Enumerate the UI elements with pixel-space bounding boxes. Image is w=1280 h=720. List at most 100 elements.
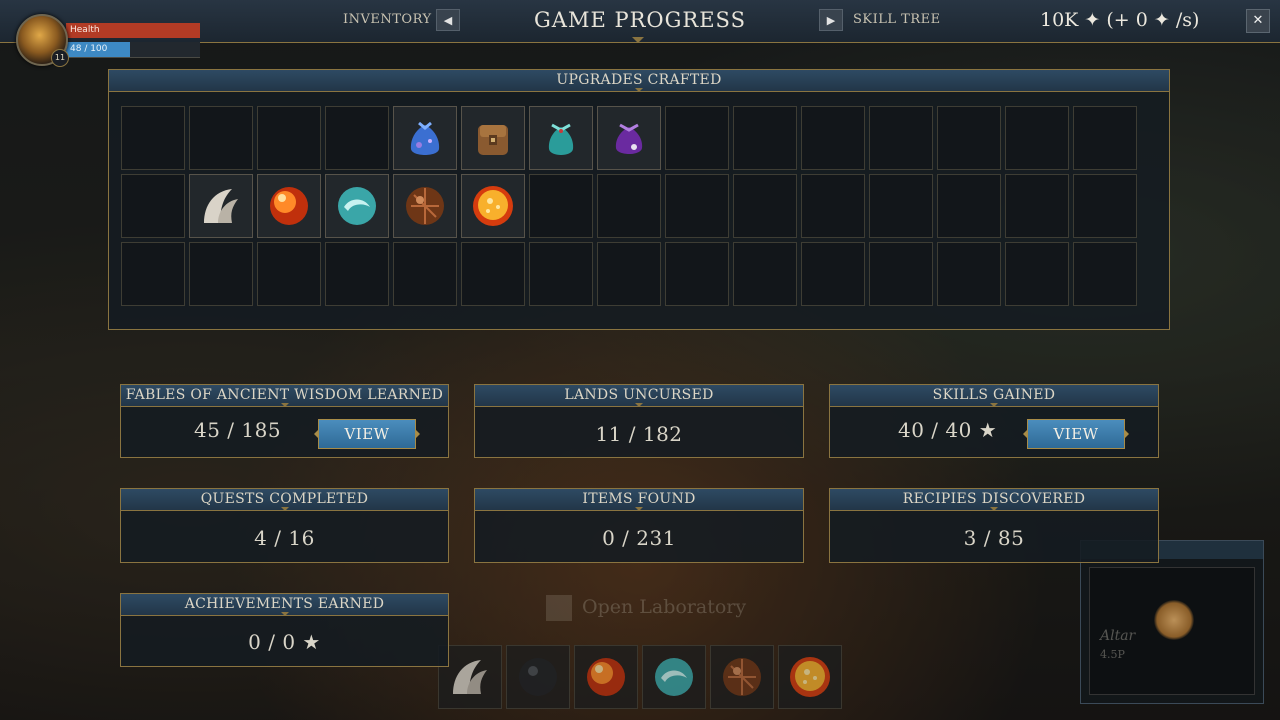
fire-orb-icon xyxy=(583,654,629,700)
upgrade-slot-empty[interactable] xyxy=(733,242,797,306)
level-badge: 11 xyxy=(51,49,69,67)
key-icon xyxy=(546,595,572,621)
fables-panel: FABLES OF ANCIENT WISDOM LEARNED 45 / 18… xyxy=(120,384,449,458)
upgrade-slot-empty[interactable] xyxy=(733,106,797,170)
skills-panel: SKILLS GAINED 40 / 40 ★ VIEW xyxy=(829,384,1159,458)
upgrade-slot-empty[interactable] xyxy=(529,242,593,306)
claw-icon xyxy=(198,183,244,229)
upgrade-slot-empty[interactable] xyxy=(1073,174,1137,238)
hotbar-slot xyxy=(506,645,570,709)
player-portrait[interactable]: 11 xyxy=(16,14,69,67)
hotbar xyxy=(438,645,842,709)
quests-title: QUESTS COMPLETED xyxy=(121,489,448,511)
sun-orb-icon xyxy=(787,654,833,700)
skill-tree-tab-label[interactable]: SKILL TREE xyxy=(853,12,941,27)
dark-orb-icon xyxy=(515,654,561,700)
inventory-tab-label[interactable]: INVENTORY xyxy=(343,12,432,27)
upgrade-slot-empty[interactable] xyxy=(937,174,1001,238)
upgrade-slot-empty[interactable] xyxy=(801,106,865,170)
next-page-button[interactable]: ▶ xyxy=(819,9,843,31)
prev-page-button[interactable]: ◀ xyxy=(436,9,460,31)
upgrade-slot-empty[interactable] xyxy=(1073,242,1137,306)
upgrade-slot-water-orb[interactable] xyxy=(325,174,389,238)
close-icon: ✕ xyxy=(1252,13,1264,28)
upgrade-slot-blue-pouch[interactable] xyxy=(393,106,457,170)
upgrade-slot-empty[interactable] xyxy=(801,174,865,238)
mana-bar: 48 / 100 xyxy=(66,42,130,57)
quests-panel: QUESTS COMPLETED 4 / 16 xyxy=(120,488,449,563)
upgrade-slot-empty[interactable] xyxy=(665,106,729,170)
upgrade-slot-claw[interactable] xyxy=(189,174,253,238)
side-info-subtitle: 4.5P xyxy=(1100,648,1125,661)
upgrade-slot-empty[interactable] xyxy=(869,174,933,238)
lands-panel: LANDS UNCURSED 11 / 182 xyxy=(474,384,804,458)
hotbar-slot xyxy=(710,645,774,709)
upgrade-slot-empty[interactable] xyxy=(937,106,1001,170)
upgrade-slot-empty[interactable] xyxy=(1073,106,1137,170)
upgrade-slot-empty[interactable] xyxy=(121,174,185,238)
currency-display: 10K ✦ (+ 0 ✦ /s) xyxy=(1040,9,1200,31)
teal-pouch-icon xyxy=(538,115,584,161)
skills-title: SKILLS GAINED xyxy=(830,385,1158,407)
upgrade-slot-empty[interactable] xyxy=(1005,106,1069,170)
water-orb-icon xyxy=(334,183,380,229)
upgrade-slot-empty[interactable] xyxy=(869,106,933,170)
mana-value: 48 / 100 xyxy=(70,44,108,54)
bronze-orb-icon xyxy=(719,654,765,700)
upgrade-slot-teal-pouch[interactable] xyxy=(529,106,593,170)
upgrade-slot-empty[interactable] xyxy=(733,174,797,238)
upgrade-slot-fire-orb[interactable] xyxy=(257,174,321,238)
purple-pouch-icon xyxy=(606,115,652,161)
hotbar-slot xyxy=(574,645,638,709)
upgrade-slot-empty[interactable] xyxy=(665,242,729,306)
sun-orb-icon xyxy=(470,183,516,229)
fables-view-button[interactable]: VIEW xyxy=(314,419,420,449)
upgrade-slot-empty[interactable] xyxy=(801,242,865,306)
page-title: GAME PROGRESS xyxy=(534,8,746,32)
upgrade-slot-empty[interactable] xyxy=(529,174,593,238)
upgrade-slot-empty[interactable] xyxy=(257,242,321,306)
skills-value: 40 / 40 ★ xyxy=(898,418,998,442)
upgrade-slot-empty[interactable] xyxy=(393,242,457,306)
upgrade-slot-sun-orb[interactable] xyxy=(461,174,525,238)
upgrade-slot-empty[interactable] xyxy=(597,174,661,238)
upgrade-slot-empty[interactable] xyxy=(325,242,389,306)
lands-title: LANDS UNCURSED xyxy=(475,385,803,407)
fables-value: 45 / 185 xyxy=(194,418,282,442)
fables-title: FABLES OF ANCIENT WISDOM LEARNED xyxy=(121,385,448,407)
skills-view-button[interactable]: VIEW xyxy=(1023,419,1129,449)
upgrade-slot-purple-pouch[interactable] xyxy=(597,106,661,170)
upgrade-slot-empty[interactable] xyxy=(869,242,933,306)
upgrade-slot-empty[interactable] xyxy=(325,106,389,170)
upgrade-slot-empty[interactable] xyxy=(461,242,525,306)
items-panel: ITEMS FOUND 0 / 231 xyxy=(474,488,804,563)
upgrade-slot-empty[interactable] xyxy=(1005,242,1069,306)
health-label: Health xyxy=(70,25,100,35)
bronze-orb-icon xyxy=(402,183,448,229)
hotbar-slot xyxy=(642,645,706,709)
upgrade-slot-empty[interactable] xyxy=(189,242,253,306)
upgrade-slot-empty[interactable] xyxy=(665,174,729,238)
altar-icon xyxy=(1154,600,1194,640)
upgrade-slot-empty[interactable] xyxy=(121,242,185,306)
leather-backpack-icon xyxy=(470,115,516,161)
upgrades-grid xyxy=(121,106,1137,306)
upgrade-slot-empty[interactable] xyxy=(189,106,253,170)
close-button[interactable]: ✕ xyxy=(1246,9,1270,33)
upgrade-slot-bronze-orb[interactable] xyxy=(393,174,457,238)
water-orb-icon xyxy=(651,654,697,700)
upgrade-slot-empty[interactable] xyxy=(257,106,321,170)
recipes-title: RECIPIES DISCOVERED xyxy=(830,489,1158,511)
open-laboratory-label: Open Laboratory xyxy=(582,596,747,618)
achievements-panel: ACHIEVEMENTS EARNED 0 / 0 ★ xyxy=(120,593,449,667)
upgrade-slot-leather-backpack[interactable] xyxy=(461,106,525,170)
upgrade-slot-empty[interactable] xyxy=(1005,174,1069,238)
blue-pouch-icon xyxy=(402,115,448,161)
recipes-panel: RECIPIES DISCOVERED 3 / 85 xyxy=(829,488,1159,563)
upgrades-crafted-title: UPGRADES CRAFTED xyxy=(109,70,1169,92)
upgrade-slot-empty[interactable] xyxy=(597,242,661,306)
upgrade-slot-empty[interactable] xyxy=(121,106,185,170)
achievements-title: ACHIEVEMENTS EARNED xyxy=(121,594,448,616)
side-info-box: Altar 4.5P xyxy=(1080,540,1264,704)
upgrade-slot-empty[interactable] xyxy=(937,242,1001,306)
